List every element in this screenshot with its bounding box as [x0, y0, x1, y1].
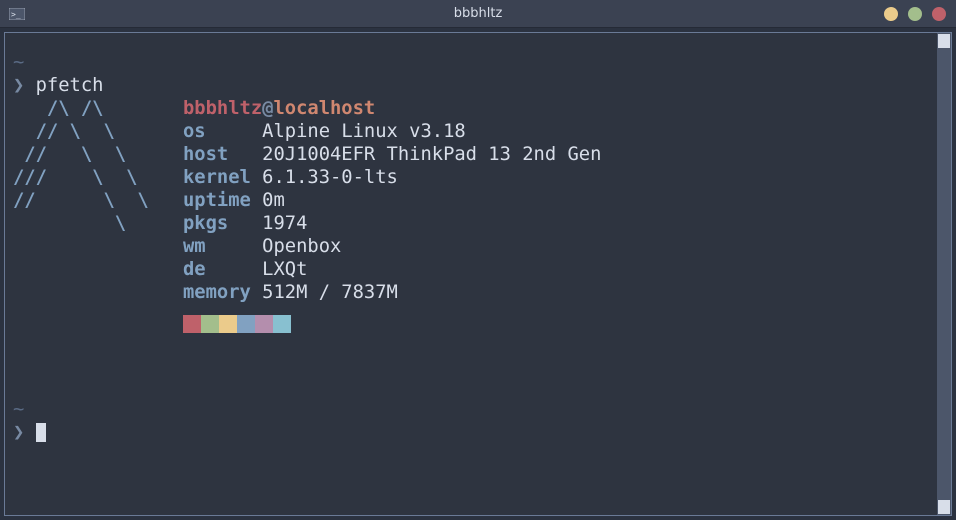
- scrollbar-arrow-down[interactable]: [938, 500, 950, 514]
- prompt-char: ❯: [13, 75, 24, 96]
- active-prompt: ❯: [13, 421, 943, 444]
- ascii-art-line: // \ \: [13, 189, 183, 212]
- empty-space: [13, 333, 943, 398]
- terminal-app-icon: >_: [8, 7, 26, 21]
- fetch-label-pkgs: pkgs: [183, 212, 228, 235]
- fetch-row-pkgs: \pkgs 1974: [13, 212, 943, 235]
- fetch-hostname: localhost: [273, 98, 375, 119]
- fetch-value-memory: 512M / 7837M: [262, 281, 398, 304]
- fetch-value-os: Alpine Linux v3.18: [262, 120, 466, 143]
- fetch-label-wm: wm: [183, 235, 206, 258]
- fetch-label-de: de: [183, 258, 206, 281]
- scrollbar-arrow-up[interactable]: [938, 34, 950, 48]
- fetch-label-host: host: [183, 143, 228, 166]
- color-palette: [183, 315, 943, 333]
- fetch-value-host: 20J1004EFR ThinkPad 13 2nd Gen: [262, 143, 601, 166]
- fetch-row-uptime: // \ \uptime 0m: [13, 189, 943, 212]
- fetch-label-uptime: uptime: [183, 189, 251, 212]
- cursor: [36, 423, 46, 442]
- fetch-user: bbbhltz: [183, 98, 262, 119]
- fetch-row-host: // \ \host 20J1004EFR ThinkPad 13 2nd Ge…: [13, 143, 943, 166]
- ascii-art-line: [13, 235, 183, 258]
- color-swatch-cyan: [273, 315, 291, 333]
- ascii-art-line: // \ \: [13, 120, 183, 143]
- fetch-row-wm: wm Openbox: [13, 235, 943, 258]
- fetch-label-memory: memory: [183, 281, 251, 304]
- fetch-value-pkgs: 1974: [262, 212, 307, 235]
- ascii-art-line: [13, 258, 183, 281]
- window-title: bbbhltz: [0, 6, 956, 21]
- prompt-line-1: ~: [13, 51, 943, 74]
- color-swatch-blue: [237, 315, 255, 333]
- fetch-at: @: [262, 98, 273, 119]
- command-text: pfetch: [36, 75, 104, 96]
- prompt-line-2: ~: [13, 398, 943, 421]
- minimize-button[interactable]: [884, 7, 898, 21]
- fetch-value-wm: Openbox: [262, 235, 341, 258]
- terminal-window: >_ bbbhltz ~ ❯ pfetch /\ /\bbbhltz@local…: [0, 0, 956, 520]
- ascii-art-line: [13, 281, 183, 304]
- fetch-row-header: /\ /\bbbhltz@localhost: [13, 97, 943, 120]
- fetch-value-kernel: 6.1.33-0-lts: [262, 166, 398, 189]
- ascii-art-line: /// \ \: [13, 166, 183, 189]
- window-controls: [884, 7, 946, 21]
- fetch-row-de: de LXQt: [13, 258, 943, 281]
- ascii-art-line: // \ \: [13, 143, 183, 166]
- ascii-art-line: /\ /\: [13, 97, 183, 120]
- color-swatch-green: [201, 315, 219, 333]
- svg-text:>_: >_: [11, 10, 21, 19]
- color-swatch-magenta: [255, 315, 273, 333]
- fetch-label-os: os: [183, 120, 206, 143]
- scrollbar[interactable]: [937, 33, 951, 515]
- fetch-value-de: LXQt: [262, 258, 307, 281]
- fetch-row-kernel: /// \ \kernel 6.1.33-0-lts: [13, 166, 943, 189]
- fetch-row-memory: memory 512M / 7837M: [13, 281, 943, 304]
- prompt-char: ❯: [13, 422, 24, 443]
- maximize-button[interactable]: [908, 7, 922, 21]
- fetch-value-uptime: 0m: [262, 189, 285, 212]
- fetch-row-os: // \ \os Alpine Linux v3.18: [13, 120, 943, 143]
- tilde-indicator: ~: [13, 399, 24, 420]
- fetch-label-kernel: kernel: [183, 166, 251, 189]
- terminal-body[interactable]: ~ ❯ pfetch /\ /\bbbhltz@localhost // \ \…: [4, 32, 952, 516]
- ascii-art-line: \: [13, 212, 183, 235]
- color-swatch-red: [183, 315, 201, 333]
- command-line: ❯ pfetch: [13, 74, 943, 97]
- tilde-indicator: ~: [13, 52, 24, 73]
- close-button[interactable]: [932, 7, 946, 21]
- titlebar[interactable]: >_ bbbhltz: [0, 0, 956, 28]
- color-swatch-yellow: [219, 315, 237, 333]
- terminal-frame: ~ ❯ pfetch /\ /\bbbhltz@localhost // \ \…: [0, 28, 956, 520]
